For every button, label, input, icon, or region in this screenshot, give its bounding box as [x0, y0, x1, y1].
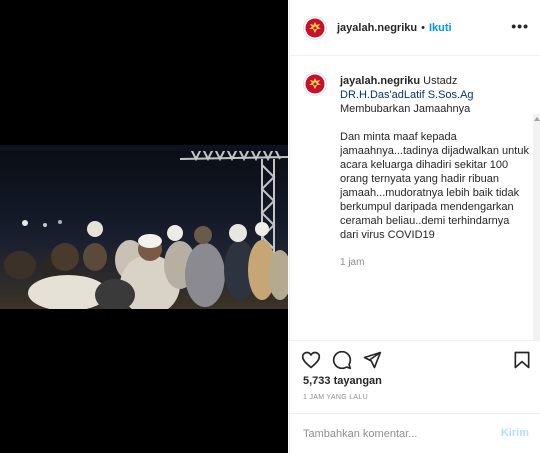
more-options-icon[interactable]: ••• — [511, 19, 529, 33]
post-details-panel: jayalah.negriku • Ikuti ••• jayalah.negr… — [289, 0, 540, 453]
follow-button[interactable]: Ikuti — [429, 22, 452, 34]
caption-avatar[interactable] — [303, 72, 327, 96]
caption-paragraph: Dan minta maaf kepada jamaahnya...tadiny… — [340, 131, 529, 241]
comment-icon[interactable] — [332, 350, 352, 370]
avatar[interactable] — [303, 15, 327, 40]
header-username[interactable]: jayalah.negriku — [337, 22, 417, 34]
video-player[interactable] — [0, 145, 288, 309]
separator-dot: • — [421, 21, 425, 34]
comment-input[interactable] — [303, 426, 493, 442]
garuda-logo-icon — [305, 74, 325, 94]
share-icon[interactable] — [362, 350, 382, 370]
post-media — [0, 0, 288, 453]
video-frame — [0, 145, 288, 309]
bookmark-icon[interactable] — [512, 350, 532, 370]
caption-username[interactable]: jayalah.negriku — [340, 75, 420, 87]
caption-time[interactable]: 1 jam — [340, 256, 530, 270]
heart-icon[interactable] — [301, 350, 321, 370]
caption-tag[interactable]: DR.H.Das'adLatif S.Sos.Ag — [340, 89, 474, 101]
caption-text: jayalah.negriku Ustadz DR.H.Das'adLatif … — [340, 74, 530, 270]
action-bar — [290, 340, 540, 380]
garuda-logo-icon — [305, 18, 325, 37]
post-timestamp[interactable]: 1 JAM YANG LALU — [303, 394, 368, 401]
post-header: jayalah.negriku • Ikuti ••• — [290, 0, 540, 56]
caption-line2: Membubarkan Jamaahnya — [340, 103, 471, 115]
view-count[interactable]: 5,733 tayangan — [303, 375, 382, 387]
caption-line1: Ustadz — [423, 75, 458, 87]
caption-area: jayalah.negriku Ustadz DR.H.Das'adLatif … — [290, 57, 540, 340]
scroll-up-arrow-icon[interactable] — [534, 117, 540, 121]
scrollbar[interactable] — [533, 114, 540, 340]
comment-box: Kirim — [290, 413, 540, 453]
post-comment-button[interactable]: Kirim — [501, 427, 529, 439]
